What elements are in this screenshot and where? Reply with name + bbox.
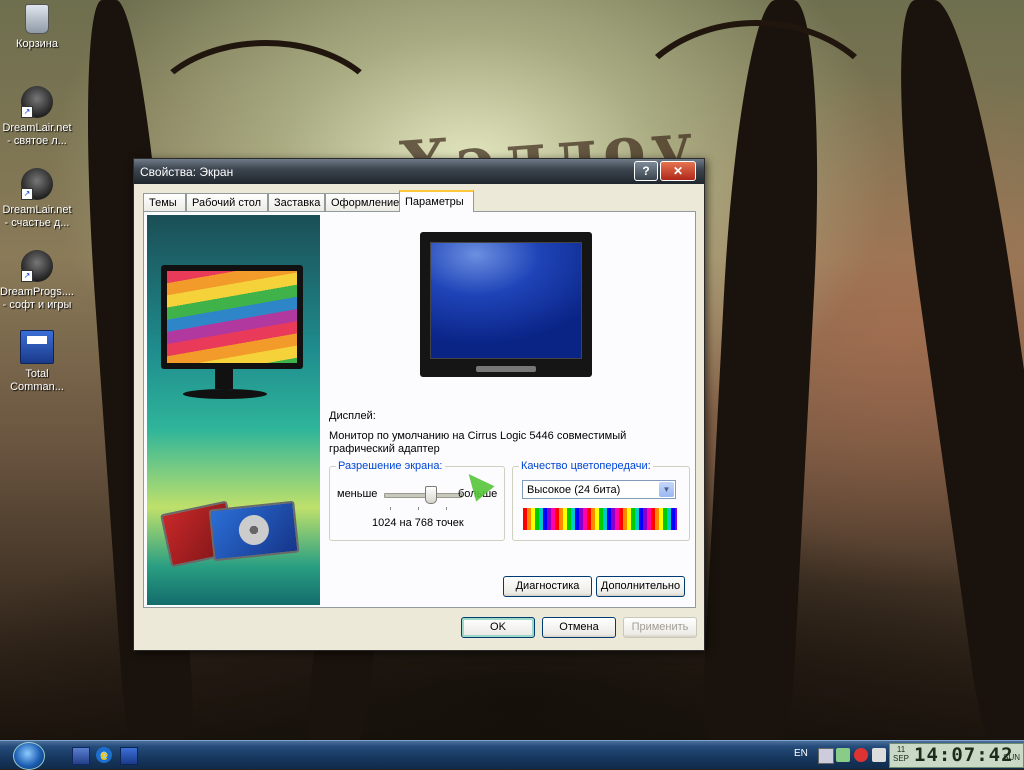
illustration-monitor-base bbox=[183, 389, 267, 399]
cancel-button[interactable]: Отмена bbox=[542, 617, 616, 638]
desktop-icon-dreamprogs[interactable]: ↗ DreamProgs.... - софт и игры bbox=[0, 250, 74, 312]
total-commander-icon bbox=[20, 330, 54, 364]
color-quality-group: Качество цветопередачи: Высокое (24 бита… bbox=[512, 460, 690, 541]
color-quality-legend: Качество цветопередачи: bbox=[519, 460, 653, 472]
slider-min-label: меньше bbox=[337, 488, 378, 500]
desktop-icon-label: DreamLair.net - счастье д... bbox=[2, 204, 72, 229]
quicklaunch-internet-explorer-icon[interactable]: e bbox=[96, 747, 112, 763]
quicklaunch-save-icon[interactable] bbox=[72, 747, 90, 765]
shortcut-arrow-icon: ↗ bbox=[21, 106, 33, 118]
tab-desktop[interactable]: Рабочий стол bbox=[186, 193, 268, 211]
wallpaper-tree bbox=[877, 0, 1024, 740]
display-value: Монитор по умолчанию на Cirrus Logic 544… bbox=[329, 430, 627, 455]
display-properties-dialog: Свойства: Экран ? ✕ Темы Рабочий стол За… bbox=[133, 158, 705, 651]
slider-tick bbox=[418, 507, 419, 510]
display-label: Дисплей: bbox=[329, 410, 376, 422]
taskbar: e EN 11 SEP 14:07:42 SUN bbox=[0, 740, 1024, 770]
apply-button[interactable]: Применить bbox=[623, 617, 697, 638]
clock-weekday: SUN bbox=[1003, 753, 1020, 762]
quicklaunch-total-commander-icon[interactable] bbox=[120, 747, 138, 765]
desktop-icon-dreamlair-2[interactable]: ↗ DreamLair.net - счастье д... bbox=[0, 168, 74, 230]
tab-themes[interactable]: Темы bbox=[143, 193, 186, 211]
system-tray: EN 11 SEP 14:07:42 SUN bbox=[784, 741, 1024, 769]
desktop-icon-dreamlair-1[interactable]: ↗ DreamLair.net - святое л... bbox=[0, 86, 74, 148]
close-button[interactable]: ✕ bbox=[660, 161, 696, 181]
resolution-value: 1024 на 768 точек bbox=[372, 517, 464, 529]
window-title: Свойства: Экран bbox=[140, 165, 234, 179]
color-quality-select[interactable]: Высокое (24 бита) ▼ bbox=[522, 480, 676, 499]
resolution-slider-thumb[interactable] bbox=[424, 486, 437, 504]
chevron-down-icon[interactable]: ▼ bbox=[659, 482, 674, 497]
dreamprogs-shortcut-icon: ↗ bbox=[21, 250, 53, 282]
resolution-slider-track[interactable] bbox=[384, 493, 462, 498]
clock[interactable]: 11 SEP 14:07:42 SUN bbox=[889, 743, 1024, 768]
advanced-button[interactable]: Дополнительно bbox=[596, 576, 685, 597]
diagnostics-button[interactable]: Диагностика bbox=[503, 576, 592, 597]
ok-button[interactable]: OK bbox=[461, 617, 535, 638]
hardware-icon[interactable] bbox=[836, 748, 850, 762]
desktop-icon-label: DreamProgs.... - софт и игры bbox=[0, 286, 74, 311]
illustration-monitor-stand bbox=[215, 369, 233, 389]
tray-misc-icon[interactable] bbox=[872, 748, 886, 762]
resolution-legend: Разрешение экрана: bbox=[336, 460, 445, 472]
tab-screensaver[interactable]: Заставка bbox=[268, 193, 325, 211]
desktop-icon-recycle-bin[interactable]: Корзина bbox=[0, 4, 74, 51]
slider-tick bbox=[390, 507, 391, 510]
monitor-preview-screen bbox=[430, 242, 582, 359]
clock-month: SEP bbox=[893, 754, 910, 763]
desktop-icon-total-commander[interactable]: Total Comman... bbox=[0, 330, 74, 394]
language-indicator[interactable]: EN bbox=[794, 748, 808, 759]
settings-panel: Дисплей: Монитор по умолчанию на Cirrus … bbox=[143, 211, 696, 608]
start-button[interactable] bbox=[13, 742, 45, 770]
shortcut-arrow-icon: ↗ bbox=[21, 270, 33, 282]
clock-time: 14:07:42 bbox=[914, 744, 1014, 766]
color-spectrum-preview bbox=[523, 508, 677, 530]
clock-day-number: 11 bbox=[896, 745, 906, 754]
monitor-preview-buttons bbox=[476, 366, 536, 372]
side-illustration bbox=[147, 215, 320, 605]
slider-tick bbox=[446, 507, 447, 510]
title-bar[interactable]: Свойства: Экран ? ✕ bbox=[134, 159, 704, 184]
desktop-icon-label: Total Comman... bbox=[10, 368, 64, 393]
tab-settings[interactable]: Параметры bbox=[399, 190, 474, 212]
dreamlair-shortcut-icon: ↗ bbox=[21, 86, 53, 118]
clock-date: 11 SEP bbox=[893, 745, 909, 763]
tab-appearance[interactable]: Оформление bbox=[325, 193, 401, 211]
security-alert-icon[interactable] bbox=[854, 748, 868, 762]
recycle-bin-icon bbox=[25, 4, 49, 34]
illustration-monitor bbox=[161, 265, 303, 369]
color-quality-value: Высокое (24 бита) bbox=[527, 484, 621, 496]
help-button[interactable]: ? bbox=[634, 161, 658, 181]
desktop-icon-label: DreamLair.net - святое л... bbox=[2, 122, 72, 147]
network-icon[interactable] bbox=[818, 748, 834, 764]
illustration-graphics-card bbox=[208, 500, 300, 562]
desktop-icon-label: Корзина bbox=[16, 38, 58, 50]
dreamlair-shortcut-icon: ↗ bbox=[21, 168, 53, 200]
monitor-preview bbox=[420, 232, 592, 377]
shortcut-arrow-icon: ↗ bbox=[21, 188, 33, 200]
